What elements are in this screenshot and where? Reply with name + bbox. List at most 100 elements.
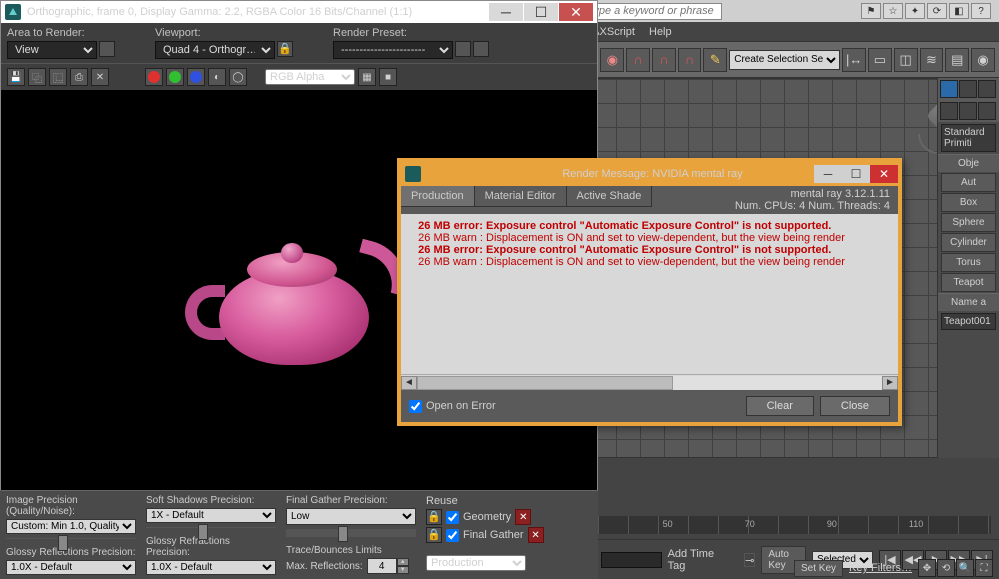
keyfilters-button[interactable]: Key Filters… [849, 562, 912, 574]
mr-down-icon[interactable]: ▼ [397, 566, 409, 574]
menu-help[interactable]: Help [649, 26, 672, 38]
minimize-button[interactable]: ─ [489, 3, 523, 21]
alpha-channel-icon[interactable]: ◐ [208, 68, 226, 86]
setkey-button[interactable]: Set Key [794, 560, 843, 577]
render-mode-select[interactable]: Production [426, 555, 526, 571]
scroll-right-icon[interactable]: ► [882, 376, 898, 390]
blue-channel-icon[interactable] [187, 68, 205, 86]
toggle-a-icon[interactable]: ▦ [358, 68, 376, 86]
orbit-icon[interactable]: ⟲ [937, 559, 955, 577]
green-channel-icon[interactable] [166, 68, 184, 86]
create-tab-icon[interactable] [940, 80, 958, 98]
schematic-icon[interactable]: ▤ [945, 48, 969, 72]
spinner-snap-icon[interactable]: ◉ [600, 48, 624, 72]
tool-b-icon[interactable]: ✦ [905, 3, 925, 19]
pan-icon[interactable]: ✥ [918, 559, 936, 577]
close-button[interactable]: ✕ [559, 3, 593, 21]
magnet-a-icon[interactable]: ∩ [626, 48, 650, 72]
close-button[interactable]: Close [820, 396, 890, 416]
print-icon[interactable]: ⎙ [70, 68, 88, 86]
preset-select[interactable]: ----------------------- [333, 41, 453, 59]
geom-check[interactable] [446, 511, 459, 524]
material-icon[interactable]: ◉ [971, 48, 995, 72]
object-name-field[interactable]: Teapot001 [941, 313, 996, 330]
clear-icon[interactable]: ✕ [91, 68, 109, 86]
channel-select[interactable]: RGB Alpha [265, 69, 355, 85]
ss-select[interactable]: 1X - Default [146, 508, 276, 523]
autogrid-check[interactable]: Aut [941, 173, 996, 192]
fg-select[interactable]: Low [286, 508, 416, 525]
save-image-icon[interactable]: 💾 [7, 68, 25, 86]
key-lock-icon[interactable]: ⊸ [744, 553, 755, 567]
scroll-thumb[interactable] [417, 376, 673, 390]
hierarchy-tab-icon[interactable] [978, 80, 996, 98]
tab-active-shade[interactable]: Active Shade [567, 186, 653, 206]
edit-icon[interactable]: ✎ [703, 48, 727, 72]
maximize-icon[interactable]: ⛶ [975, 559, 993, 577]
preset-a-icon[interactable] [455, 41, 471, 57]
primitive-type-select[interactable]: Standard Primiti [941, 124, 996, 152]
viewport-lock-icon[interactable]: 🔒 [277, 41, 293, 57]
modify-tab-icon[interactable] [959, 80, 977, 98]
gr-select[interactable]: 1.0X - Default [6, 560, 136, 575]
scroll-left-icon[interactable]: ◄ [401, 376, 417, 390]
red-channel-icon[interactable] [145, 68, 163, 86]
msg-log-area[interactable]: 26 MB error: Exposure control "Automatic… [401, 214, 898, 374]
mirror-icon[interactable]: |↔ [842, 48, 866, 72]
magnet-b-icon[interactable]: ∩ [652, 48, 676, 72]
fgather-label: Final Gather [463, 529, 524, 541]
ip-select[interactable]: Custom: Min 1.0, Quality 0.25 [6, 519, 136, 534]
help-icon[interactable]: ⚑ [861, 3, 881, 19]
area-select[interactable]: View [7, 41, 97, 59]
fgather-check[interactable] [446, 529, 459, 542]
curve-editor-icon[interactable]: ≋ [920, 48, 944, 72]
fg-slider[interactable] [286, 529, 416, 537]
prim-teapot-button[interactable]: Teapot [941, 273, 996, 292]
toggle-b-icon[interactable]: ■ [379, 68, 397, 86]
preset-b-icon[interactable] [473, 41, 489, 57]
msg-minimize-button[interactable]: ─ [814, 165, 842, 183]
clear-button[interactable]: Clear [746, 396, 814, 416]
fgather-lock-icon[interactable]: 🔒 [426, 527, 442, 543]
mr-input[interactable] [367, 558, 397, 574]
addtag-label[interactable]: Add Time Tag [668, 548, 719, 572]
util-c-icon[interactable] [978, 102, 996, 120]
tool-c-icon[interactable]: ⟳ [927, 3, 947, 19]
tool-d-icon[interactable]: ◧ [949, 3, 969, 19]
msg-title: Render Message: NVIDIA mental ray [562, 168, 742, 180]
util-b-icon[interactable] [959, 102, 977, 120]
viewport-select[interactable]: Quad 4 - Orthogr… [155, 41, 275, 59]
open-on-error-check[interactable] [409, 400, 422, 413]
mono-channel-icon[interactable]: ◯ [229, 68, 247, 86]
prim-torus-button[interactable]: Torus [941, 253, 996, 272]
util-a-icon[interactable] [940, 102, 958, 120]
ip-label: Image Precision (Quality/Noise): [6, 495, 136, 517]
search-input[interactable] [582, 3, 722, 20]
ss-slider[interactable] [146, 527, 276, 528]
tab-material-editor[interactable]: Material Editor [475, 186, 567, 206]
magnet-c-icon[interactable]: ∩ [678, 48, 702, 72]
geom-clear-icon[interactable]: ✕ [515, 509, 531, 525]
selection-set-select[interactable]: Create Selection Se [729, 50, 840, 70]
fgather-clear-icon[interactable]: ✕ [528, 527, 544, 543]
area-edit-icon[interactable] [99, 41, 115, 57]
tool-a-icon[interactable]: ☆ [883, 3, 903, 19]
msg-maximize-button[interactable]: ☐ [842, 165, 870, 183]
maximize-button[interactable]: ☐ [524, 3, 558, 21]
scroll-track[interactable] [417, 376, 882, 390]
prim-sphere-button[interactable]: Sphere [941, 213, 996, 232]
tab-production[interactable]: Production [401, 186, 475, 206]
tool-e-icon[interactable]: ? [971, 3, 991, 19]
geom-lock-icon[interactable]: 🔒 [426, 509, 442, 525]
zoom-icon[interactable]: 🔍 [956, 559, 974, 577]
ip-slider[interactable] [6, 538, 136, 539]
layer-icon[interactable]: ◫ [894, 48, 918, 72]
copy-image-icon[interactable]: ⿻ [28, 68, 46, 86]
prim-box-button[interactable]: Box [941, 193, 996, 212]
gf-select[interactable]: 1.0X - Default [146, 560, 276, 575]
prim-cylinder-button[interactable]: Cylinder [941, 233, 996, 252]
clone-icon[interactable]: ⿺ [49, 68, 67, 86]
align-icon[interactable]: ▭ [868, 48, 892, 72]
mr-up-icon[interactable]: ▲ [397, 558, 409, 566]
msg-close-button[interactable]: ✕ [870, 165, 898, 183]
